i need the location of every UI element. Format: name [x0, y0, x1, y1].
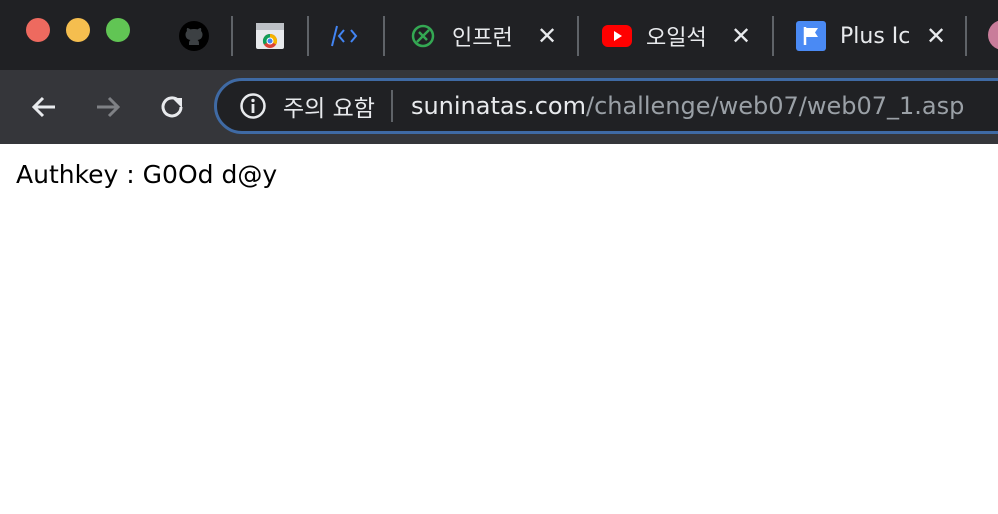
- inflearn-icon: [408, 21, 438, 51]
- back-button[interactable]: [23, 86, 65, 128]
- pinned-tab-code[interactable]: [328, 18, 364, 54]
- chrome-web-store-icon: [256, 23, 284, 49]
- tab-separator: [772, 16, 774, 56]
- tab-separator: [965, 16, 967, 56]
- tab-separator: [383, 16, 385, 56]
- close-tab-icon[interactable]: ✕: [922, 22, 950, 50]
- pinned-tab-github[interactable]: [176, 18, 212, 54]
- authkey-text: Authkey : G0Od d@y: [16, 160, 278, 189]
- github-icon: [179, 21, 209, 51]
- flag-icon: [796, 21, 826, 51]
- tab-inflearn[interactable]: 인프런: [408, 14, 528, 58]
- forward-button[interactable]: [87, 86, 129, 128]
- tab-separator: [307, 16, 309, 56]
- arrow-right-icon: [97, 96, 121, 118]
- url-host: suninatas.com: [410, 92, 586, 120]
- avatar[interactable]: [988, 20, 998, 50]
- maximize-window-button[interactable]: [106, 18, 130, 42]
- close-window-button[interactable]: [26, 18, 50, 42]
- browser-toolbar: 주의 요함 suninatas.com/challenge/web07/web0…: [0, 70, 998, 144]
- tab-youtube[interactable]: 오일석: [602, 14, 724, 58]
- reload-button[interactable]: [151, 86, 193, 128]
- page-content: Authkey : G0Od d@y: [0, 144, 998, 514]
- address-bar[interactable]: 주의 요함 suninatas.com/challenge/web07/web0…: [214, 78, 998, 134]
- tab-strip: 인프런 ✕ 오일석 ✕ Plus Ic ✕: [0, 0, 998, 70]
- pinned-tab-web-store[interactable]: [252, 18, 288, 54]
- tab-separator: [577, 16, 579, 56]
- tab-title: 오일석: [646, 26, 707, 51]
- tab-plus-icons[interactable]: Plus Ic: [796, 14, 913, 58]
- reload-icon: [161, 96, 183, 118]
- info-icon[interactable]: [239, 92, 267, 120]
- tab-title: Plus Ic: [840, 23, 911, 49]
- tab-title: 인프런: [452, 26, 513, 51]
- address-separator: [390, 90, 393, 122]
- url-path: /challenge/web07/web07_1.asp: [585, 92, 965, 120]
- close-tab-icon[interactable]: ✕: [533, 22, 561, 50]
- close-tab-icon[interactable]: ✕: [727, 22, 755, 50]
- arrow-left-icon: [31, 96, 55, 118]
- code-icon: [331, 25, 358, 47]
- tab-separator: [231, 16, 233, 56]
- minimize-window-button[interactable]: [66, 18, 90, 42]
- security-status[interactable]: 주의 요함: [283, 89, 375, 123]
- youtube-icon: [602, 21, 632, 51]
